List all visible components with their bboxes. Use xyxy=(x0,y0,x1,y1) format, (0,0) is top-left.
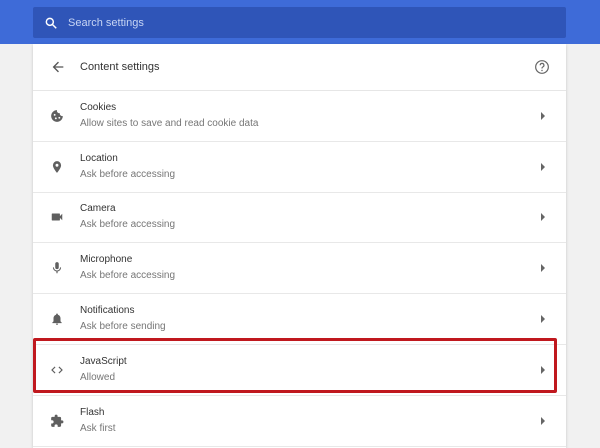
row-name: Notifications xyxy=(80,305,135,317)
puzzle-icon xyxy=(50,414,64,428)
help-icon[interactable] xyxy=(534,59,550,75)
page-header: Content settings xyxy=(33,44,566,91)
settings-row-javascript[interactable]: JavaScript Allowed xyxy=(33,345,566,396)
row-description: Ask before accessing xyxy=(80,168,176,180)
settings-row-cookies[interactable]: Cookies Allow sites to save and read coo… xyxy=(33,91,566,142)
row-description: Ask before sending xyxy=(80,321,166,333)
row-description: Ask before accessing xyxy=(80,270,176,282)
cookie-icon xyxy=(50,109,64,123)
row-name: Location xyxy=(80,152,118,164)
settings-row-location[interactable]: Location Ask before accessing xyxy=(33,142,566,193)
row-name: Camera xyxy=(80,203,116,215)
row-name: Cookies xyxy=(80,101,117,113)
code-brackets-icon xyxy=(50,363,64,377)
top-bar xyxy=(0,0,600,44)
back-arrow-icon[interactable] xyxy=(50,59,66,75)
microphone-icon xyxy=(50,261,64,275)
camera-icon xyxy=(50,210,64,224)
chevron-right-icon xyxy=(541,111,545,120)
chevron-right-icon xyxy=(541,416,545,425)
chevron-right-icon xyxy=(541,162,545,171)
chevron-right-icon xyxy=(541,264,545,273)
bell-icon xyxy=(50,312,64,326)
row-description: Allow sites to save and read cookie data xyxy=(80,117,259,129)
page-title: Content settings xyxy=(80,61,160,73)
row-name: Microphone xyxy=(80,254,133,266)
row-name: Flash xyxy=(80,406,105,418)
chevron-right-icon xyxy=(541,365,545,374)
location-pin-icon xyxy=(50,160,64,174)
settings-row-microphone[interactable]: Microphone Ask before accessing xyxy=(33,243,566,295)
search-box[interactable] xyxy=(33,7,566,38)
row-description: Ask first xyxy=(80,422,116,434)
content-settings-card: Content settings Cookies Allow sites to … xyxy=(33,44,566,448)
settings-row-camera[interactable]: Camera Ask before accessing xyxy=(33,193,566,244)
search-icon xyxy=(45,17,57,29)
row-name: JavaScript xyxy=(80,355,127,367)
chevron-right-icon xyxy=(541,315,545,324)
chevron-right-icon xyxy=(541,213,545,222)
row-description: Allowed xyxy=(80,371,116,383)
settings-row-notifications[interactable]: Notifications Ask before sending xyxy=(33,294,566,345)
row-description: Ask before accessing xyxy=(80,219,176,231)
search-input[interactable] xyxy=(68,16,508,29)
settings-row-flash[interactable]: Flash Ask first xyxy=(33,396,566,447)
